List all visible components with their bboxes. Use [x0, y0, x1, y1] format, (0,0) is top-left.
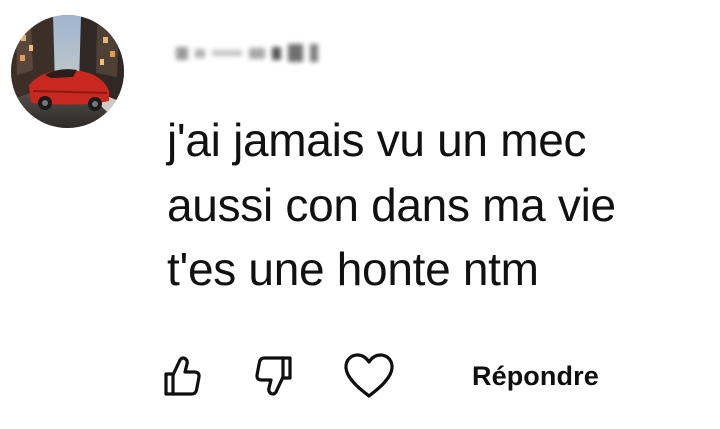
dislike-button[interactable] — [252, 350, 296, 402]
thumbs-up-icon — [164, 356, 201, 396]
reply-button[interactable]: Répondre — [472, 350, 599, 402]
thumbs-down-icon — [255, 356, 292, 396]
comment-actions: Répondre — [160, 350, 680, 402]
comment-line: t'es une honte ntm — [167, 243, 539, 295]
username-blurred[interactable] — [176, 38, 318, 68]
car-avatar-icon — [11, 15, 124, 128]
like-button[interactable] — [160, 350, 204, 402]
avatar[interactable] — [11, 15, 124, 128]
heart-button[interactable] — [341, 350, 397, 402]
heart-icon — [344, 353, 394, 398]
comment-line: j'ai jamais vu un mec — [167, 114, 587, 166]
comment-text: j'ai jamais vu un mec aussi con dans ma … — [167, 108, 707, 302]
comment-line: aussi con dans ma vie — [167, 178, 616, 231]
